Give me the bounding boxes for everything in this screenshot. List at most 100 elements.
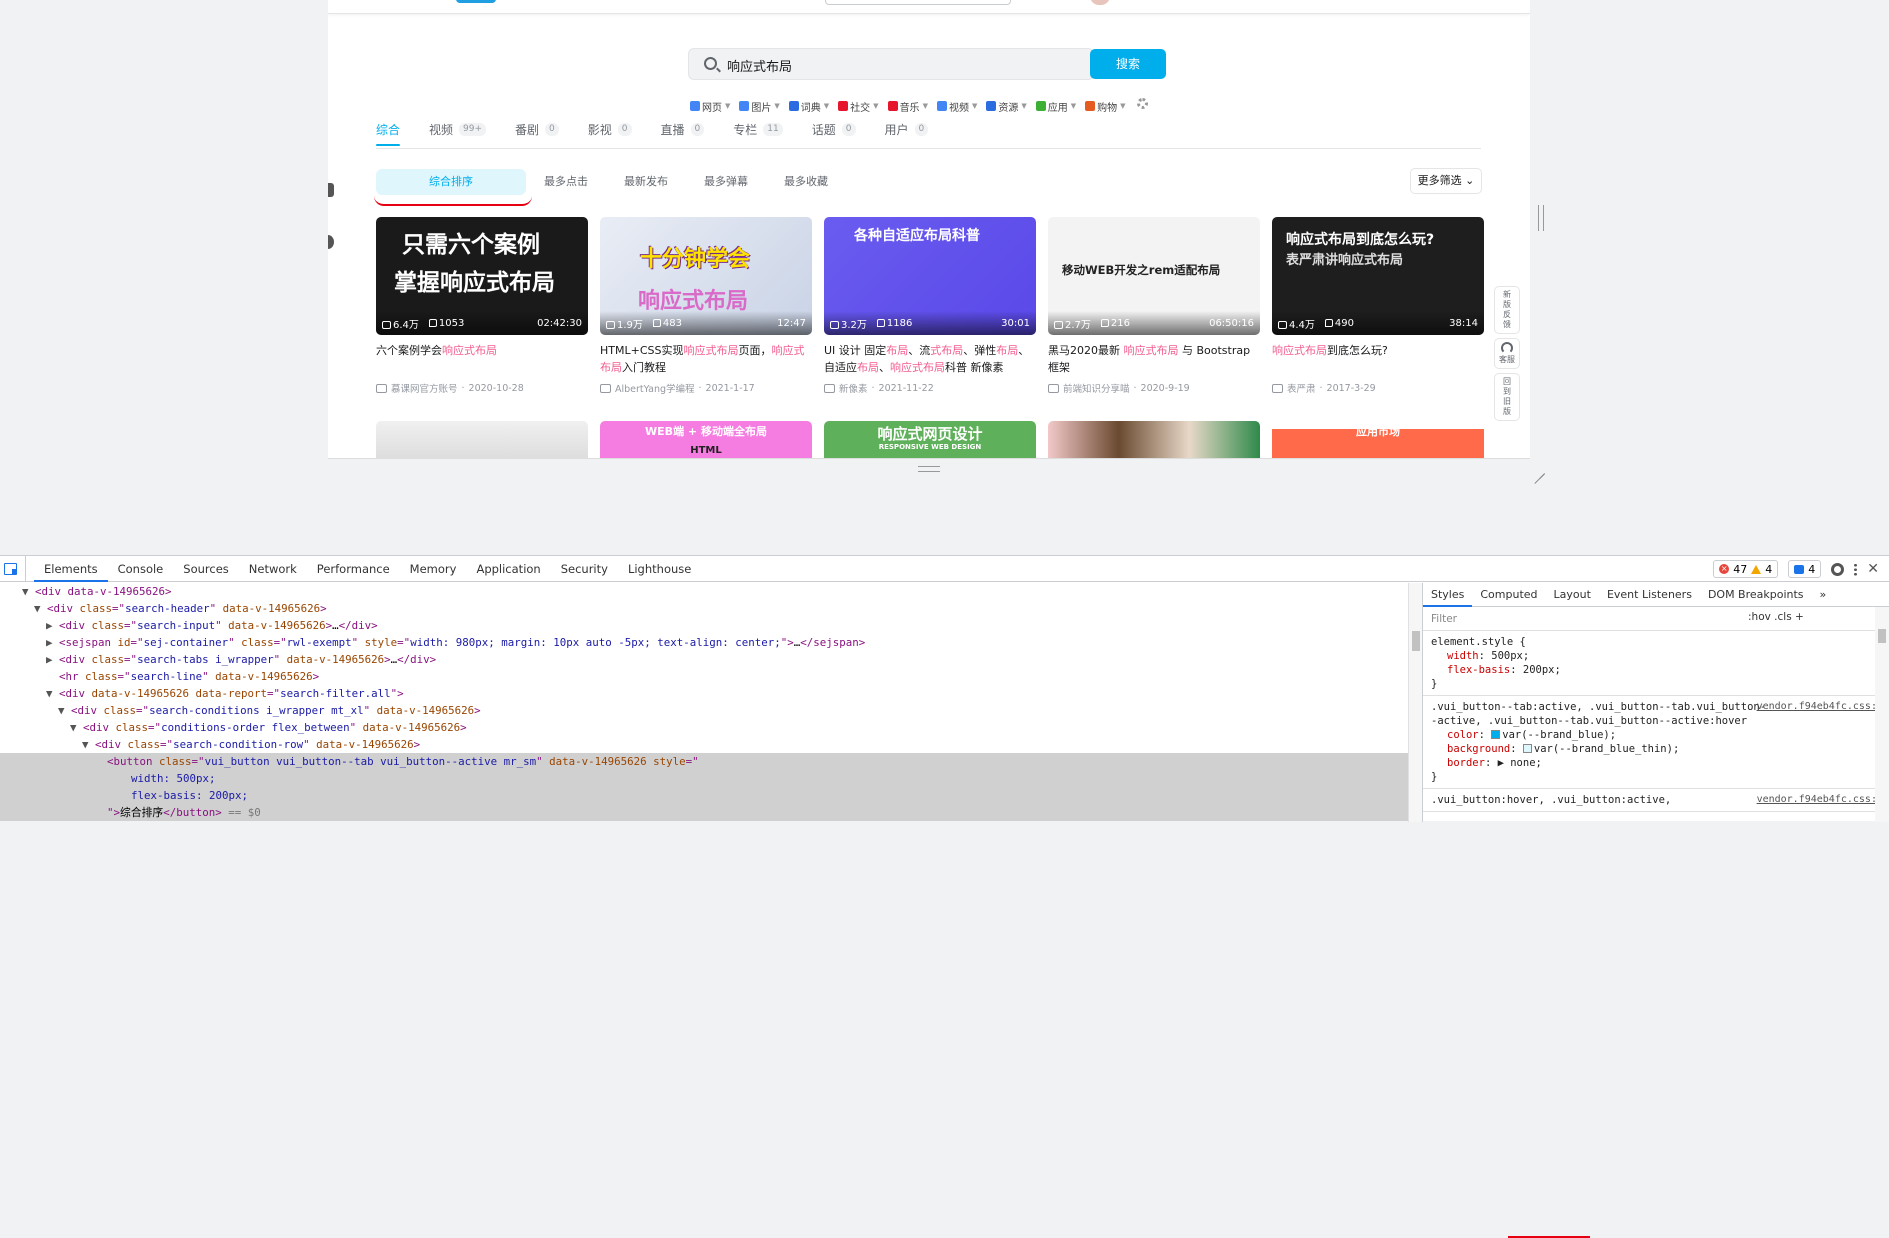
condition-3[interactable]: 最多弹幕 (686, 169, 766, 195)
devtools-tab-console[interactable]: Console (108, 556, 174, 582)
expand-right-icon[interactable]: ▶ (46, 619, 59, 632)
style-declaration[interactable]: color: var(--brand_blue); (1431, 728, 1881, 742)
dom-node-line[interactable]: flex-basis: 200px; (0, 787, 1408, 804)
expand-down-icon[interactable]: ▼ (82, 738, 95, 751)
inspect-element-icon[interactable] (0, 555, 26, 582)
video-title[interactable]: 六个案例学会响应式布局 (376, 342, 588, 376)
devtools-tab-memory[interactable]: Memory (400, 556, 467, 582)
dom-node-line[interactable]: width: 500px; (0, 770, 1408, 787)
style-declaration[interactable]: background: var(--brand_blue_thin); (1431, 742, 1881, 756)
tab-7[interactable]: 用户 0 (885, 119, 929, 139)
dom-node-line[interactable]: ▼ <div class="search-conditions i_wrappe… (0, 702, 1408, 719)
video-title[interactable]: 响应式布局到底怎么玩? (1272, 342, 1484, 376)
engine-7[interactable]: 应用 ▼ (1035, 98, 1076, 114)
search-button[interactable]: 搜索 (1090, 49, 1166, 79)
expand-down-icon[interactable]: ▼ (22, 585, 35, 598)
tab-1[interactable]: 视频 99+ (429, 119, 487, 139)
video-card[interactable]: 只需六个案例 掌握响应式布局 6.4万 1053 02:42:30 六个案例学会响应式布局… (376, 217, 588, 395)
dom-node-line[interactable]: <hr class="search-line" data-v-14965626> (0, 668, 1408, 685)
settings-icon[interactable] (328, 235, 334, 249)
drag-handle-icon[interactable] (918, 466, 940, 472)
uploader-name[interactable]: 表严肃 (1287, 381, 1316, 395)
float-button-0[interactable]: 新版反馈 (1494, 286, 1520, 334)
issue-counter[interactable]: × 47 4 (1713, 560, 1779, 578)
site-logo[interactable] (456, 0, 496, 3)
style-declaration[interactable]: border: ▶ none; (1431, 756, 1881, 770)
dom-node-line[interactable]: ▼ <div class="conditions-order flex_betw… (0, 719, 1408, 736)
video-title[interactable]: HTML+CSS实现响应式布局页面，响应式布局入门教程 (600, 342, 812, 376)
video-card[interactable]: 各种自适应布局科普 3.2万 1186 30:01 UI 设计 固定布局、流式布局、弹性… (824, 217, 1036, 395)
share-icon[interactable] (328, 183, 334, 197)
video-card[interactable]: 响应式布局到底怎么玩? 表严肃讲响应式布局 4.4万 490 38:14 响应式布局到底怎… (1272, 217, 1484, 395)
color-swatch[interactable] (1522, 744, 1532, 753)
video-thumbnail[interactable]: 移动WEB开发之rem适配布局 2.7万 216 06:50:16 (1048, 217, 1260, 335)
video-thumbnail[interactable] (1048, 421, 1260, 458)
video-thumbnail[interactable]: 各种自适应布局科普 3.2万 1186 30:01 (824, 217, 1036, 335)
dom-node-line[interactable]: <button class="vui_button vui_button--ta… (0, 753, 1408, 770)
style-rule[interactable]: vendor.f94eb4fc.css:1 .vui_button:hover, … (1423, 789, 1889, 812)
styles-scrollbar[interactable] (1875, 607, 1889, 822)
styles-tab-3[interactable]: Event Listeners (1599, 583, 1700, 607)
video-title[interactable]: 黑马2020最新 响应式布局 与 Bootstrap框架 (1048, 342, 1260, 376)
elements-scrollbar[interactable] (1408, 583, 1422, 822)
devtools-tab-sources[interactable]: Sources (173, 556, 239, 582)
video-card[interactable]: 移动WEB开发之rem适配布局 2.7万 216 06:50:16 黑马2020最新 响… (1048, 217, 1260, 395)
tab-3[interactable]: 影视 0 (588, 119, 632, 139)
video-title[interactable]: UI 设计 固定布局、流式布局、弹性布局、自适应布局、响应式布局科普 新像素 (824, 342, 1036, 376)
video-card[interactable]: 十分钟学会 响应式布局 1.9万 483 12:47 HTML+CSS实现响应式布局页面，… (600, 217, 812, 395)
nav-search-field[interactable] (825, 0, 1011, 5)
scrollbar-thumb[interactable] (1878, 629, 1886, 643)
styles-tab-4[interactable]: DOM Breakpoints (1700, 583, 1812, 607)
styles-tab-2[interactable]: Layout (1546, 583, 1599, 607)
expand-down-icon[interactable]: ▼ (46, 687, 59, 700)
engine-5[interactable]: 视频 ▼ (936, 98, 977, 114)
viewport-resize-bar[interactable] (328, 458, 1530, 475)
dom-node-line[interactable]: ▶ <div class="search-tabs i_wrapper" dat… (0, 651, 1408, 668)
engine-0[interactable]: 网页 ▼ (690, 98, 730, 114)
tab-4[interactable]: 直播 0 (661, 119, 705, 139)
devtools-tab-elements[interactable]: Elements (34, 556, 108, 582)
styles-tab-0[interactable]: Styles (1423, 583, 1473, 607)
hov-cls-toggles[interactable]: :hov .cls + (1748, 611, 1804, 623)
rule-source-link[interactable]: vendor.f94eb4fc.css:1 (1757, 700, 1883, 714)
devtools-tab-security[interactable]: Security (551, 556, 618, 582)
avatar[interactable] (1090, 0, 1110, 5)
uploader-name[interactable]: AlbertYang学编程 (615, 381, 695, 395)
float-button-2[interactable]: 回到旧版 (1494, 373, 1520, 421)
close-icon[interactable]: ✕ (1867, 561, 1879, 577)
resize-corner-icon[interactable] (1533, 462, 1545, 474)
scrollbar-thumb[interactable] (1412, 631, 1420, 651)
more-options-icon[interactable] (1854, 562, 1858, 576)
uploader-name[interactable]: 新像素 (839, 381, 868, 395)
condition-1[interactable]: 最多点击 (526, 169, 606, 195)
condition-2[interactable]: 最新发布 (606, 169, 686, 195)
tab-2[interactable]: 番剧 0 (515, 119, 559, 139)
style-rule[interactable]: vendor.f94eb4fc.css:1 .vui_button--tab:ac… (1423, 696, 1889, 789)
video-thumbnail[interactable]: WEB端 + 移动端全布局 HTML (600, 421, 812, 458)
expand-down-icon[interactable]: ▼ (70, 721, 83, 734)
dom-node-line[interactable]: ▶ <sejspan id="sej-container" class="rwl… (0, 634, 1408, 651)
dom-node-line[interactable]: ">综合排序</button> == $0 (0, 804, 1408, 821)
expand-right-icon[interactable]: ▶ (46, 636, 59, 649)
expand-down-icon[interactable]: ▼ (34, 602, 47, 615)
video-thumbnail[interactable]: 十分钟学会 响应式布局 1.9万 483 12:47 (600, 217, 812, 335)
condition-0[interactable]: 综合排序 (376, 169, 526, 195)
rule-source-link[interactable]: vendor.f94eb4fc.css:1 (1757, 793, 1883, 807)
styles-tab-5[interactable]: » (1812, 583, 1835, 607)
color-swatch[interactable] (1491, 730, 1501, 739)
devtools-tab-application[interactable]: Application (466, 556, 550, 582)
style-rule[interactable]: element.style {width: 500px; flex-basis: … (1423, 631, 1889, 696)
uploader-name[interactable]: 前端知识分享喵 (1063, 381, 1130, 395)
engine-6[interactable]: 资源 ▼ (986, 98, 1027, 114)
engine-2[interactable]: 词典 ▼ (788, 98, 829, 114)
dom-node-line[interactable]: ▼ <div class="search-header" data-v-1496… (0, 600, 1408, 617)
tab-6[interactable]: 话题 0 (812, 119, 856, 139)
style-declaration[interactable]: width: 500px; (1431, 649, 1881, 663)
dom-node-line[interactable]: ▼ <div data-v-14965626> (0, 583, 1408, 600)
video-thumbnail[interactable]: 应用市场 (1272, 421, 1484, 458)
video-thumbnail[interactable] (376, 421, 588, 458)
devtools-tab-network[interactable]: Network (239, 556, 307, 582)
video-thumbnail[interactable]: 响应式布局到底怎么玩? 表严肃讲响应式布局 4.4万 490 38:14 (1272, 217, 1484, 335)
expand-down-icon[interactable]: ▼ (58, 704, 71, 717)
dom-node-line[interactable]: ▶ <div class="search-input" data-v-14965… (0, 617, 1408, 634)
